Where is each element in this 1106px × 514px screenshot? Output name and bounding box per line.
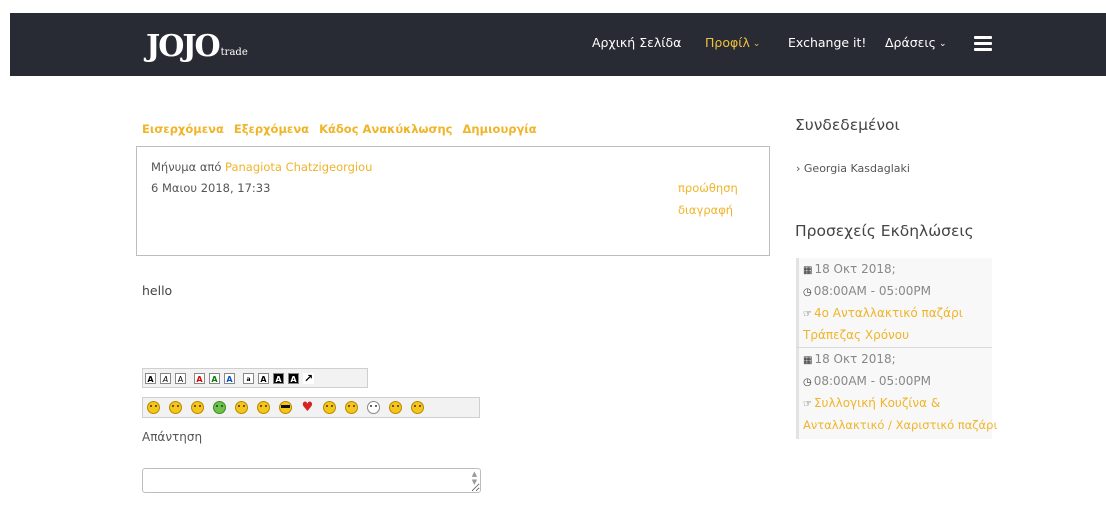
- online-user-name: Georgia Kasdaglaki: [803, 162, 910, 175]
- event-time: ◷ 08:00AM - 05:00PM: [803, 284, 931, 298]
- calendar-icon: ▦: [803, 355, 813, 366]
- message-card: Μήνυμα από Panagiota Chatzigeorgiou 6 Μα…: [136, 146, 770, 256]
- message-tabs: Εισερχόμενα Εξερχόμενα Κάδος Ανακύκλωσης…: [142, 122, 543, 136]
- online-users-title: Συνδεδεμένοι: [795, 116, 900, 134]
- think-emoji-icon[interactable]: [345, 401, 358, 414]
- tab-outbox[interactable]: Εξερχόμενα: [234, 122, 309, 136]
- reply-textarea[interactable]: [142, 468, 481, 493]
- clock-icon: ◷: [803, 287, 812, 298]
- event-title-link[interactable]: ☞ 4ο Ανταλλακτικό παζάρι: [803, 306, 963, 320]
- bold-button[interactable]: A: [145, 372, 156, 384]
- event-title-line1: 4ο Ανταλλακτικό παζάρι: [813, 306, 963, 320]
- format-toolbar: A A A A A A a A A A ↗: [142, 368, 368, 388]
- message-date: 6 Μαιου 2018, 17:33: [151, 181, 271, 195]
- blue-text-button[interactable]: A: [224, 372, 235, 384]
- message-from-prefix: Μήνυμα από: [151, 160, 222, 174]
- chevron-down-icon: ⌄: [938, 39, 947, 49]
- wave-emoji-icon[interactable]: [235, 401, 248, 414]
- underline-button[interactable]: A: [175, 372, 186, 384]
- calendar-icon: ▦: [803, 265, 813, 276]
- event-card: ▦ 18 Οκτ 2018; ◷ 08:00AM - 05:00PM ☞ Συλλογ…: [796, 348, 997, 439]
- nav-actions-label: Δράσεις: [885, 35, 936, 50]
- online-user-item[interactable]: › Georgia Kasdaglaki: [796, 162, 910, 175]
- forward-link[interactable]: προώθηση: [678, 181, 738, 195]
- pointing-hand-icon: ☞: [803, 399, 812, 410]
- message-from: Μήνυμα από Panagiota Chatzigeorgiou: [151, 160, 372, 174]
- italic-button[interactable]: A: [160, 372, 171, 384]
- tab-trash[interactable]: Κάδος Ανακύκλωσης: [319, 122, 452, 136]
- nav-profile[interactable]: Προφίλ ⌄: [705, 35, 760, 50]
- pointing-hand-icon: ☞: [803, 309, 812, 320]
- event-time-text: 08:00AM - 05:00PM: [813, 284, 932, 298]
- event-card: ▦ 18 Οκτ 2018; ◷ 08:00AM - 05:00PM ☞ 4ο Αντ…: [796, 258, 992, 347]
- sick-emoji-icon[interactable]: [213, 401, 226, 414]
- red-text-button[interactable]: A: [194, 372, 205, 384]
- delete-link[interactable]: διαγραφή: [678, 203, 733, 217]
- heart-emoji-icon[interactable]: ♥: [301, 401, 314, 414]
- xlarge-text-button[interactable]: A: [288, 372, 299, 384]
- large-text-button[interactable]: A: [273, 372, 284, 384]
- normal-text-button[interactable]: A: [258, 372, 269, 384]
- small-text-button[interactable]: a: [243, 372, 254, 384]
- chevron-right-icon: ›: [796, 162, 804, 175]
- event-time-text: 08:00AM - 05:00PM: [813, 374, 932, 388]
- smile-emoji-icon[interactable]: [147, 401, 160, 414]
- event-date: ▦ 18 Οκτ 2018;: [803, 352, 896, 366]
- event-time: ◷ 08:00AM - 05:00PM: [803, 374, 931, 388]
- link-icon[interactable]: ↗: [303, 372, 314, 384]
- wink-emoji-icon[interactable]: [389, 401, 402, 414]
- resize-grip-icon[interactable]: ▲ ▼: [470, 470, 479, 491]
- grin-emoji-icon[interactable]: [191, 401, 204, 414]
- tab-inbox[interactable]: Εισερχόμενα: [142, 122, 224, 136]
- event-date-text: 18 Οκτ 2018;: [814, 352, 896, 366]
- hamburger-icon[interactable]: [974, 36, 992, 51]
- events-title: Προσεχείς Εκδηλώσεις: [795, 222, 974, 240]
- sender-link[interactable]: Panagiota Chatzigeorgiou: [225, 160, 372, 174]
- green-text-button[interactable]: A: [209, 372, 220, 384]
- sad-emoji-icon[interactable]: [367, 401, 380, 414]
- event-title-link[interactable]: ☞ Συλλογική Κουζίνα &: [803, 396, 940, 410]
- event-date: ▦ 18 Οκτ 2018;: [803, 262, 896, 276]
- message-body: hello: [142, 283, 173, 298]
- chevron-down-icon: ⌄: [752, 39, 761, 49]
- thinking-emoji-icon[interactable]: [257, 401, 270, 414]
- main-nav: Αρχική Σελίδα Προφίλ ⌄ Exchange it! Δράσε…: [0, 35, 1106, 55]
- event-title-link-cont[interactable]: Ανταλλακτικό / Χαριστικό παζάρι: [803, 418, 997, 432]
- tongue-emoji-icon[interactable]: [169, 401, 182, 414]
- eyes-emoji-icon[interactable]: [411, 401, 424, 414]
- event-title-link-cont[interactable]: Τράπεζας Χρόνου: [803, 328, 909, 342]
- clock-icon: ◷: [803, 377, 812, 388]
- nav-profile-label: Προφίλ: [705, 35, 750, 50]
- reply-label: Απάντηση: [142, 430, 203, 444]
- event-title-line1: Συλλογική Κουζίνα &: [813, 396, 941, 410]
- nav-exchange[interactable]: Exchange it!: [788, 35, 866, 50]
- event-date-text: 18 Οκτ 2018;: [814, 262, 896, 276]
- nav-actions[interactable]: Δράσεις ⌄: [885, 35, 947, 50]
- cool-emoji-icon[interactable]: [279, 401, 292, 414]
- nav-home[interactable]: Αρχική Σελίδα: [592, 35, 681, 50]
- tab-compose[interactable]: Δημιουργία: [463, 122, 537, 136]
- kiss-emoji-icon[interactable]: [323, 401, 336, 414]
- emoji-toolbar: ♥: [142, 397, 480, 418]
